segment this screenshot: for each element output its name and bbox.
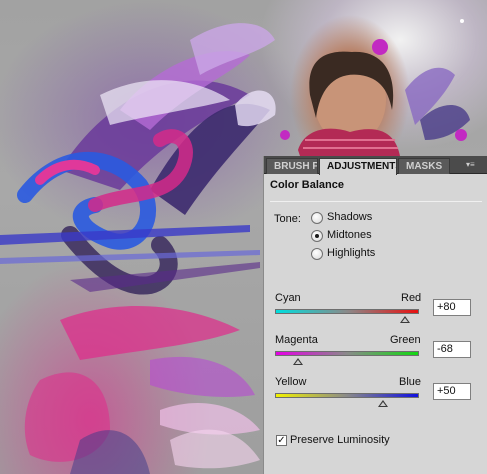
divider (270, 201, 482, 202)
radio-button[interactable] (311, 248, 323, 260)
radio-button[interactable] (311, 212, 323, 224)
adjustment-title: Color Balance (270, 179, 344, 191)
slider-magenta-label: Magenta (275, 334, 318, 346)
cyan-red-value-input[interactable]: +80 (433, 299, 471, 316)
radio-button-selected[interactable] (311, 230, 323, 242)
preserve-luminosity-checkbox[interactable]: ✓ (276, 435, 287, 446)
panel-tab-bar: BRUSH P ADJUSTMENTS MASKS ▾≡ (264, 156, 487, 175)
slider-red-label: Red (401, 292, 422, 304)
adjustments-panel: BRUSH P ADJUSTMENTS MASKS ▾≡ Color Balan… (263, 156, 487, 474)
yellow-blue-slider[interactable] (275, 393, 419, 398)
preserve-luminosity-label: Preserve Luminosity (290, 434, 390, 446)
yellow-blue-value-input[interactable]: +50 (433, 383, 471, 400)
slider-yellow-label: Yellow (275, 376, 307, 388)
cyan-red-slider[interactable] (275, 309, 419, 314)
magenta-green-slider[interactable] (275, 351, 419, 356)
cyan-red-slider-thumb[interactable] (399, 316, 410, 323)
magenta-green-value-input[interactable]: -68 (433, 341, 471, 358)
panel-menu-icon[interactable]: ▾≡ (466, 160, 484, 170)
tone-label: Tone: (274, 213, 301, 225)
slider-green-label: Green (390, 334, 421, 346)
tone-option-label: Highlights (327, 247, 376, 259)
tab-adjustments[interactable]: ADJUSTMENTS (319, 158, 397, 175)
tab-masks[interactable]: MASKS (398, 158, 450, 174)
slider-cyan-label: Cyan (275, 292, 301, 304)
magenta-green-slider-thumb[interactable] (293, 358, 304, 365)
yellow-blue-slider-thumb[interactable] (378, 400, 388, 407)
slider-blue-label: Blue (399, 376, 422, 388)
tone-option-label: Midtones (327, 229, 372, 241)
tone-option-label: Shadows (327, 211, 373, 223)
tab-brush-presets[interactable]: BRUSH P (266, 158, 318, 174)
